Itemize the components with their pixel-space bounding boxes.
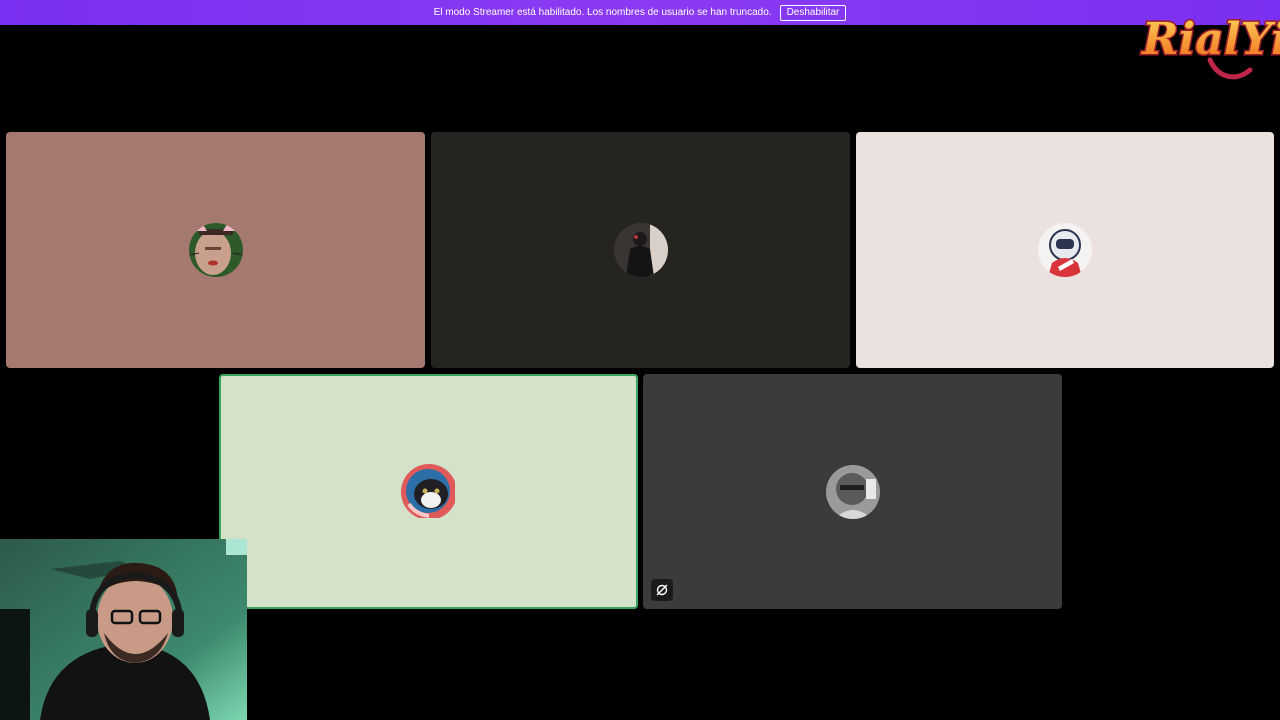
- webcam-feed-icon: [0, 539, 247, 720]
- dark-figure-avatar-icon: [613, 223, 668, 277]
- video-off-badge: [651, 579, 673, 601]
- cartoon-helmet-avatar-icon: [1038, 223, 1092, 277]
- banner-message: El modo Streamer está habilitado. Los no…: [433, 7, 772, 18]
- participant-tile-2[interactable]: [431, 132, 850, 368]
- rialyi-logo-icon: RialYi: [1139, 13, 1280, 80]
- call-stage: El modo Streamer está habilitado. Los no…: [0, 0, 1280, 720]
- participant-tile-1[interactable]: [6, 132, 425, 368]
- cat-avatar-icon: [400, 463, 457, 520]
- disable-streamer-mode-button[interactable]: Deshabilitar: [779, 4, 847, 21]
- streamer-webcam: [0, 539, 247, 720]
- streamer-mode-banner: El modo Streamer está habilitado. Los no…: [0, 0, 1280, 25]
- channel-logo: RialYi: [1132, 0, 1280, 84]
- participant-tile-3[interactable]: [856, 132, 1274, 368]
- logo-text: RialYi: [1140, 14, 1280, 65]
- participant-tile-4-speaking[interactable]: [219, 374, 638, 609]
- cat-ears-face-avatar-icon: [188, 223, 243, 277]
- muted-indicator-icon: [656, 584, 668, 596]
- grayscale-face-avatar-icon: [825, 464, 880, 519]
- participant-tile-5[interactable]: [643, 374, 1062, 609]
